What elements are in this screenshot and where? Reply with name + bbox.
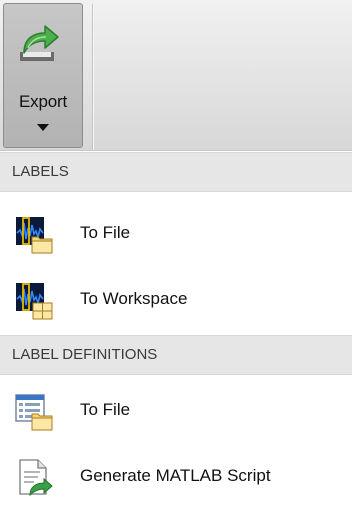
menu-item-generate-matlab-script[interactable]: Generate MATLAB Script xyxy=(0,444,352,508)
definitions-file-icon xyxy=(15,394,53,431)
export-menu: LABELS To File To Workspace LABEL DEFINI… xyxy=(0,150,352,508)
menu-item-definitions-to-file[interactable]: To File xyxy=(0,378,352,442)
menu-item-labels-to-file[interactable]: To File xyxy=(0,201,352,265)
menu-item-label: Generate MATLAB Script xyxy=(80,466,271,485)
toolstrip-separator xyxy=(92,4,93,150)
signal-labels-workspace-icon xyxy=(16,283,53,320)
export-button-label: Export xyxy=(19,92,67,111)
export-dropdown-screen: Export LABELS To File To Workspace LABEL… xyxy=(0,0,352,508)
menu-item-label: To File xyxy=(80,400,131,419)
export-icon xyxy=(20,25,59,61)
section-header-label-definitions: LABEL DEFINITIONS xyxy=(0,335,352,375)
menu-item-labels-to-workspace[interactable]: To Workspace xyxy=(0,267,352,331)
signal-labels-file-icon xyxy=(16,217,53,254)
toolstrip: Export xyxy=(0,0,352,150)
menu-item-label: To Workspace xyxy=(80,289,188,308)
generate-script-icon xyxy=(19,459,53,497)
export-button[interactable]: Export xyxy=(3,3,83,148)
menu-item-label: To File xyxy=(80,223,131,242)
chevron-down-icon xyxy=(37,124,49,131)
section-header-labels: LABELS xyxy=(0,152,352,192)
